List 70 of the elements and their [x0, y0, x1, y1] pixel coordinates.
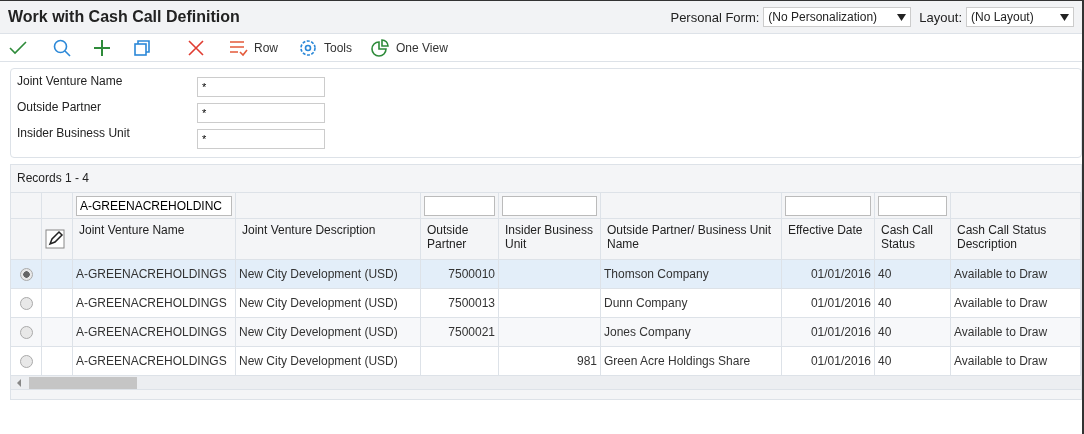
column-header[interactable]: Joint Venture Description	[236, 219, 421, 259]
personal-form-label: Personal Form:	[670, 9, 760, 25]
table-cell: A-GREENACREHOLDINGS	[76, 267, 227, 281]
row-radio[interactable]	[19, 325, 33, 339]
table-cell: 7500013	[448, 296, 495, 310]
toolbar-button[interactable]: Row	[224, 35, 282, 60]
table-cell: 40	[878, 267, 892, 281]
table-cell: Green Acre Holdings Share	[604, 354, 751, 368]
window-title: Work with Cash Call Definition	[8, 8, 241, 26]
filter-field[interactable]	[424, 195, 495, 216]
column-header[interactable]: Outside Partner	[421, 219, 499, 259]
row-radio[interactable]	[19, 354, 33, 368]
table-cell: 7500021	[448, 325, 495, 339]
layout-dropdown[interactable]: (No Layout)	[966, 7, 1074, 27]
filter-field[interactable]	[785, 195, 871, 216]
row-radio[interactable]	[19, 267, 33, 281]
pencil-icon[interactable]	[45, 229, 65, 249]
table-cell: New City Development (USD)	[239, 267, 398, 281]
copy-icon	[132, 37, 152, 58]
filter-field[interactable]	[878, 195, 947, 216]
scrollbar-thumb[interactable]	[29, 376, 137, 389]
table-cell: 981	[576, 354, 597, 368]
gear-icon	[298, 37, 318, 58]
field-label: Insider Business Unit	[17, 125, 131, 142]
pie-chart-icon	[370, 37, 391, 58]
filter-field[interactable]: A-GREENACREHOLDINC	[76, 195, 232, 216]
input-field[interactable]: *	[197, 129, 325, 149]
caret-icon	[897, 13, 907, 21]
table-cell: 01/01/2016	[810, 296, 871, 310]
toolbar-button[interactable]: One View	[366, 35, 452, 60]
row-radio[interactable]	[19, 296, 33, 310]
table-cell: Available to Draw	[954, 354, 1048, 368]
column-header[interactable]: Outside Partner/ Business Unit Name	[601, 219, 782, 259]
table-cell: New City Development (USD)	[239, 296, 398, 310]
table-cell: Thomson Company	[604, 267, 709, 281]
table-cell: A-GREENACREHOLDINGS	[76, 325, 227, 339]
filter-field[interactable]	[502, 195, 597, 216]
table-cell: Dunn Company	[604, 296, 688, 310]
input-field[interactable]: *	[197, 103, 325, 123]
table-cell: A-GREENACREHOLDINGS	[76, 296, 227, 310]
personal-form-dropdown[interactable]: (No Personalization)	[763, 7, 912, 27]
plus-icon	[92, 37, 112, 58]
column-header[interactable]: Effective Date	[782, 219, 875, 259]
table-cell: Available to Draw	[954, 296, 1048, 310]
table-cell: A-GREENACREHOLDINGS	[76, 354, 227, 368]
column-header[interactable]: Cash Call Status	[875, 219, 951, 259]
close-icon	[186, 37, 206, 58]
column-header[interactable]: Insider Business Unit	[499, 219, 601, 259]
column-header[interactable]: Joint Venture Name	[73, 219, 236, 259]
table-cell: New City Development (USD)	[239, 325, 398, 339]
table-cell: 40	[878, 325, 892, 339]
table-cell: 40	[878, 296, 892, 310]
table-cell: 40	[878, 354, 892, 368]
scroll-left-icon[interactable]	[15, 377, 23, 388]
table-cell: 01/01/2016	[810, 325, 871, 339]
table-cell: New City Development (USD)	[239, 354, 398, 368]
table-cell: 7500010	[448, 267, 495, 281]
field-label: Joint Venture Name	[17, 73, 124, 90]
table-cell: Available to Draw	[954, 325, 1048, 339]
table-cell: 01/01/2016	[810, 267, 871, 281]
toolbar-button[interactable]: Tools	[294, 35, 357, 60]
table-cell: 01/01/2016	[810, 354, 871, 368]
search-icon	[52, 37, 72, 58]
field-label: Outside Partner	[17, 99, 103, 116]
caret-icon	[1060, 13, 1069, 21]
layout-label: Layout:	[919, 9, 962, 25]
input-field[interactable]: *	[197, 77, 325, 97]
table-cell: Available to Draw	[954, 267, 1048, 281]
column-header[interactable]: Cash Call Status Description	[951, 219, 1081, 259]
table-cell: Jones Company	[604, 325, 691, 339]
